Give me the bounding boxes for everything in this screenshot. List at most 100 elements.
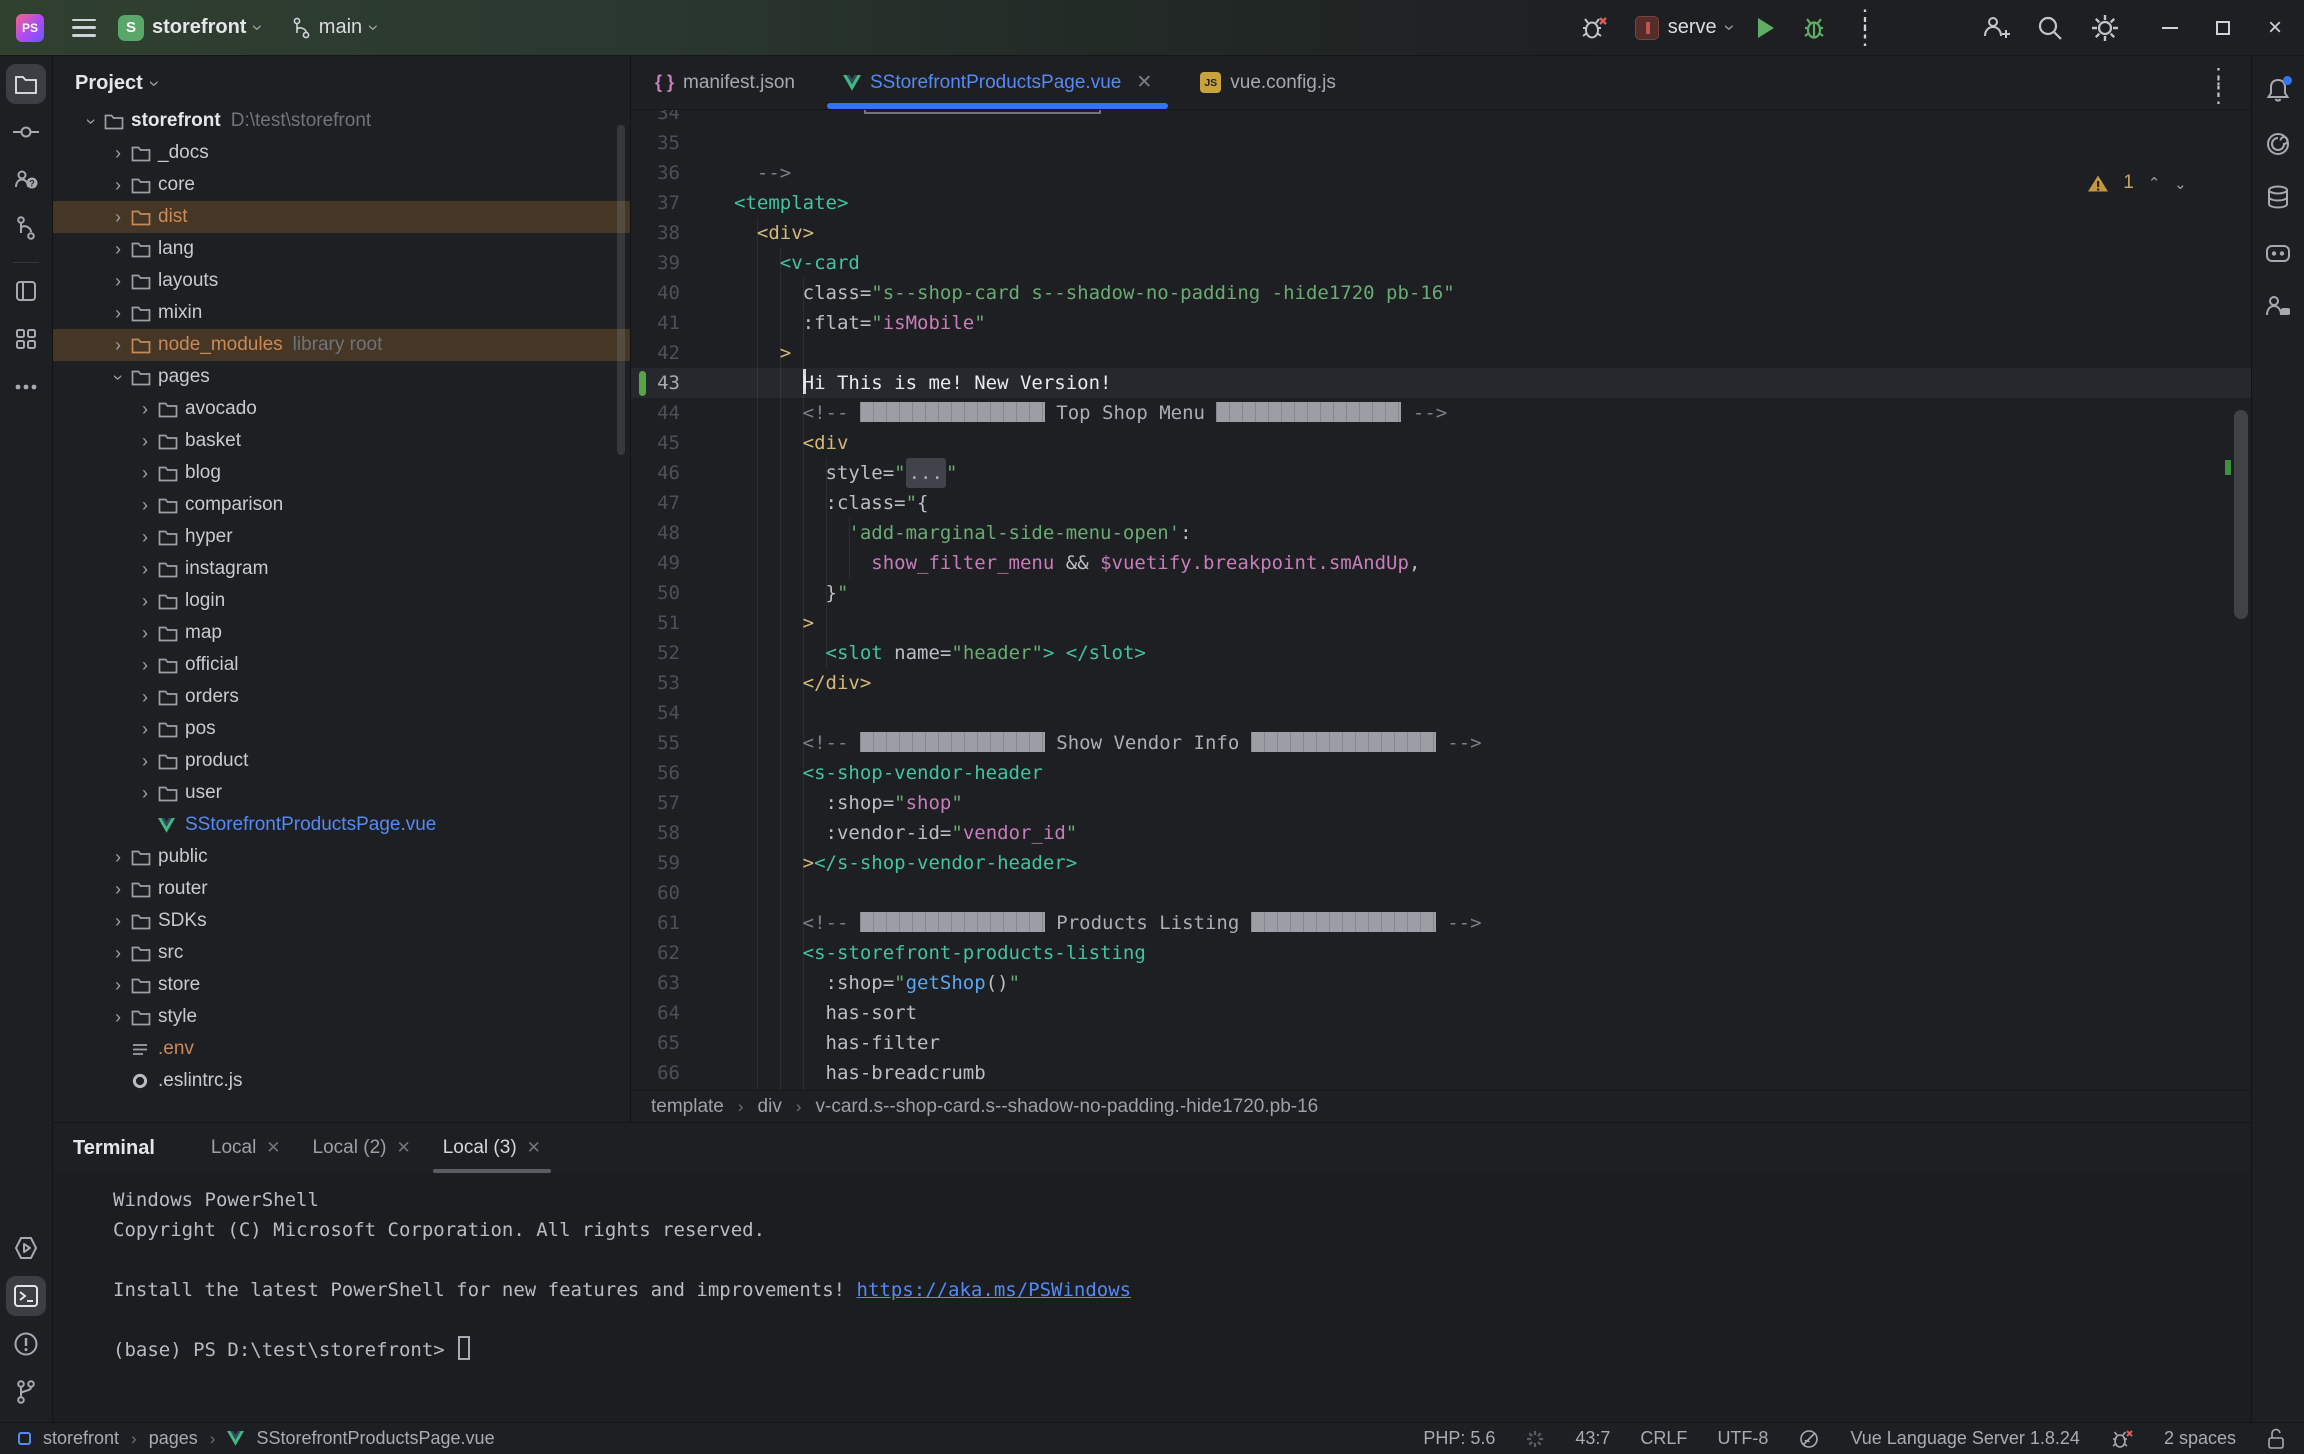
highlighting-level-icon[interactable] (1798, 1428, 1820, 1450)
more-actions-icon[interactable]: ⋮⋮⋮ (1854, 13, 1864, 43)
mute-bug-icon[interactable] (1579, 14, 1609, 42)
code-line-41[interactable]: 41 :flat="isMobile" (631, 308, 2233, 338)
tree-chevron-icon[interactable]: › (132, 431, 158, 452)
tree-chevron-icon[interactable]: › (78, 111, 104, 132)
plugins-toolwindow-button[interactable] (6, 319, 46, 359)
code-line-49[interactable]: 49 show_filter_menu && $vuetify.breakpoi… (631, 548, 2233, 578)
tab-manifest-json[interactable]: { } manifest.json (631, 56, 819, 109)
problems-toolwindow-button[interactable] (6, 1324, 46, 1364)
tree-item-product[interactable]: ›product (53, 745, 630, 777)
terminal-link[interactable]: https://aka.ms/PSWindows (857, 1279, 1132, 1301)
tree-chevron-icon[interactable]: › (105, 847, 131, 868)
code-line-61[interactable]: 61 <!-- Products Listing --> (631, 908, 2233, 938)
inspections-widget[interactable]: 1 ⌃ ⌃ (2087, 172, 2187, 194)
terminal-title[interactable]: Terminal (73, 1137, 155, 1160)
tree-item-sstorefrontproductspage-vue[interactable]: SStorefrontProductsPage.vue (53, 809, 630, 841)
code-line-50[interactable]: 50 }" (631, 578, 2233, 608)
settings-gear-icon[interactable] (2090, 13, 2120, 43)
tree-item-map[interactable]: ›map (53, 617, 630, 649)
chat-button[interactable] (2258, 286, 2298, 326)
statusbar-crumb-file[interactable]: SStorefrontProductsPage.vue (256, 1428, 494, 1449)
tree-item-eslintrc-js[interactable]: .eslintrc.js (53, 1065, 630, 1097)
tree-chevron-icon[interactable]: › (105, 239, 131, 260)
editor-scrollbar[interactable] (2234, 410, 2248, 619)
services-toolwindow-button[interactable] (6, 1228, 46, 1268)
code-line-65[interactable]: 65 has-filter (631, 1028, 2233, 1058)
code-line-60[interactable]: 60 (631, 878, 2233, 908)
code-line-40[interactable]: 40 class="s--shop-card s--shadow-no-padd… (631, 278, 2233, 308)
project-toolwindow-button[interactable] (6, 64, 46, 104)
tree-chevron-icon[interactable]: › (105, 911, 131, 932)
code-line-44[interactable]: 44 <!-- Top Shop Menu --> (631, 398, 2233, 428)
commit-toolwindow-button[interactable] (6, 112, 46, 152)
breadcrumb-template[interactable]: template (651, 1096, 724, 1118)
terminal-tab-local-2[interactable]: Local (2) ✕ (297, 1123, 427, 1173)
main-menu-icon[interactable] (72, 19, 96, 37)
tab-sstorefrontproductspage-vue[interactable]: SStorefrontProductsPage.vue ✕ (819, 56, 1176, 109)
tree-item-orders[interactable]: ›orders (53, 681, 630, 713)
code-line-57[interactable]: 57 :shop="shop" (631, 788, 2233, 818)
pull-requests-toolwindow-button[interactable]: ? (6, 160, 46, 200)
code-line-64[interactable]: 64 has-sort (631, 998, 2233, 1028)
tree-item-blog[interactable]: ›blog (53, 457, 630, 489)
encoding-widget[interactable]: UTF-8 (1717, 1428, 1768, 1449)
search-everywhere-icon[interactable] (2036, 14, 2064, 42)
tree-item-node-modules[interactable]: ›node_moduleslibrary root (53, 329, 630, 361)
tree-chevron-icon[interactable]: › (105, 943, 131, 964)
tree-chevron-icon[interactable]: › (132, 527, 158, 548)
tree-chevron-icon[interactable]: › (132, 591, 158, 612)
tree-chevron-icon[interactable]: › (132, 783, 158, 804)
project-scrollbar[interactable] (617, 125, 625, 455)
code-line-35[interactable]: 35 (631, 128, 2233, 158)
code-line-51[interactable]: 51 > (631, 608, 2233, 638)
tree-chevron-icon[interactable]: › (105, 271, 131, 292)
caret-position-widget[interactable]: 43:7 (1575, 1428, 1610, 1449)
code-line-59[interactable]: 59 ></s-shop-vendor-header> (631, 848, 2233, 878)
tree-chevron-icon[interactable]: › (105, 143, 131, 164)
tree-item-avocado[interactable]: ›avocado (53, 393, 630, 425)
git-update-toolwindow-button[interactable] (6, 208, 46, 248)
tree-item-official[interactable]: ›official (53, 649, 630, 681)
tree-chevron-icon[interactable]: › (132, 687, 158, 708)
tree-item-router[interactable]: ›router (53, 873, 630, 905)
tree-chevron-icon[interactable]: › (132, 655, 158, 676)
terminal-tab-local[interactable]: Local ✕ (195, 1123, 297, 1173)
tree-chevron-icon[interactable]: › (132, 399, 158, 420)
window-close-button[interactable]: × (2268, 16, 2282, 40)
tree-chevron-icon[interactable]: › (132, 623, 158, 644)
ai-agent-button[interactable] (2258, 232, 2298, 272)
next-problem-icon[interactable]: ⌃ (2174, 174, 2187, 192)
code-line-48[interactable]: 48 'add-marginal-side-menu-open': (631, 518, 2233, 548)
breadcrumb-div[interactable]: div (758, 1096, 782, 1118)
tree-chevron-icon[interactable]: › (105, 303, 131, 324)
tree-item-storefront[interactable]: ›storefrontD:\test\storefront (53, 105, 630, 137)
tree-chevron-icon[interactable]: › (105, 335, 131, 356)
tree-chevron-icon[interactable]: › (105, 207, 131, 228)
tree-item-comparison[interactable]: ›comparison (53, 489, 630, 521)
debug-button[interactable] (1800, 14, 1828, 42)
terminal-toolwindow-button[interactable] (6, 1276, 46, 1316)
code-line-43[interactable]: 43 Hi This is me! New Version! (631, 368, 2251, 398)
version-control-toolwindow-button[interactable] (6, 1372, 46, 1412)
tree-item-hyper[interactable]: ›hyper (53, 521, 630, 553)
tree-chevron-icon[interactable]: › (132, 751, 158, 772)
tree-item-pages[interactable]: ›pages (53, 361, 630, 393)
vcs-branch-widget[interactable]: main › (283, 10, 385, 45)
tree-item-public[interactable]: ›public (53, 841, 630, 873)
tree-chevron-icon[interactable]: › (105, 367, 131, 388)
code-line-47[interactable]: 47 :class="{ (631, 488, 2233, 518)
tree-chevron-icon[interactable]: › (105, 175, 131, 196)
editor-options-icon[interactable]: ⋮⋮⋮ (2208, 72, 2229, 101)
notifications-button[interactable] (2258, 70, 2298, 110)
lsp-status-widget[interactable]: Vue Language Server 1.8.24 (1850, 1428, 2080, 1449)
code-line-38[interactable]: 38 <div> (631, 218, 2233, 248)
code-line-46[interactable]: 46 style="..." (631, 458, 2233, 488)
tree-item-style[interactable]: ›style (53, 1001, 630, 1033)
tree-chevron-icon[interactable]: › (132, 495, 158, 516)
tree-item-core[interactable]: ›core (53, 169, 630, 201)
php-version-widget[interactable]: PHP: 5.6 (1423, 1428, 1495, 1449)
tree-item-dist[interactable]: ›dist (53, 201, 630, 233)
run-button[interactable] (1758, 18, 1774, 38)
tab-vue-config-js[interactable]: JS vue.config.js (1176, 56, 1360, 109)
tree-item-pos[interactable]: ›pos (53, 713, 630, 745)
